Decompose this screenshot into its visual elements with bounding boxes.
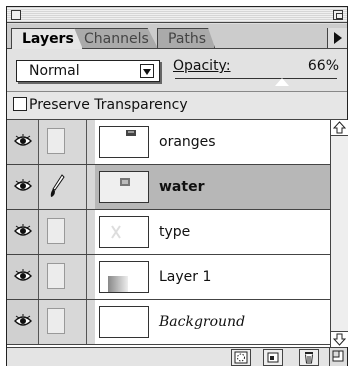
blend-mode-select[interactable]: Normal (16, 60, 160, 82)
preserve-transparency-label: Preserve Transparency (29, 97, 188, 113)
layer-thumbnail[interactable] (99, 171, 149, 203)
brush-well (47, 263, 65, 289)
trash-icon[interactable] (299, 349, 319, 366)
visibility-toggle[interactable] (7, 165, 39, 209)
palette-title-bar[interactable] (7, 7, 347, 23)
palette-tabs: Paths Channels Layers (7, 24, 347, 49)
visibility-toggle[interactable] (7, 255, 39, 299)
brush-well (47, 218, 65, 244)
layer-list: oranges water type Layer 1 Background (7, 120, 330, 347)
layer-name[interactable]: type (159, 210, 190, 254)
layers-palette: Paths Channels Layers Normal Opacity: 66… (6, 6, 348, 366)
resize-icon[interactable] (329, 348, 347, 366)
layer-row[interactable]: Layer 1 (7, 255, 330, 300)
preserve-transparency[interactable]: Preserve Transparency (7, 92, 347, 120)
edit-lock-cell[interactable] (39, 300, 87, 344)
layer-thumbnail[interactable] (99, 216, 149, 248)
brush-well (47, 128, 65, 154)
tab-channels[interactable]: Channels (73, 28, 158, 48)
thumb-gutter (87, 210, 95, 254)
thumb-gutter (87, 300, 95, 344)
layer-row[interactable]: type (7, 210, 330, 255)
layer-controls: Normal Opacity: 66% (7, 48, 347, 92)
mask-icon[interactable] (231, 349, 251, 366)
layer-row[interactable]: water (7, 165, 330, 210)
layer-thumbnail[interactable] (99, 306, 149, 338)
layer-row[interactable]: Background (7, 300, 330, 345)
opacity-slider-thumb[interactable] (273, 77, 290, 87)
layer-list-scrollbar[interactable] (330, 120, 348, 347)
layer-name[interactable]: oranges (159, 120, 216, 164)
visibility-toggle[interactable] (7, 120, 39, 164)
scroll-down-icon[interactable] (331, 331, 348, 347)
thumb-gutter (87, 165, 95, 209)
palette-menu-icon[interactable] (327, 28, 347, 48)
visibility-toggle[interactable] (7, 300, 39, 344)
tab-paths[interactable]: Paths (157, 28, 216, 48)
scroll-up-icon[interactable] (331, 120, 348, 136)
opacity-slider-track[interactable] (175, 78, 337, 79)
edit-lock-cell[interactable] (39, 165, 87, 209)
palette-bottom-bar (7, 347, 347, 366)
visibility-toggle[interactable] (7, 210, 39, 254)
edit-lock-cell[interactable] (39, 120, 87, 164)
layer-thumbnail[interactable] (99, 126, 149, 158)
opacity-value: 66% (307, 58, 339, 74)
layer-row[interactable]: oranges (7, 120, 330, 165)
zoom-box-icon[interactable] (333, 10, 343, 20)
blend-mode-value: Normal (29, 63, 80, 79)
brush-well (47, 308, 65, 334)
layer-name[interactable]: Layer 1 (159, 255, 211, 299)
thumb-gutter (87, 255, 95, 299)
layer-name[interactable]: water (159, 165, 204, 209)
chevron-down-icon[interactable] (140, 64, 154, 78)
edit-lock-cell[interactable] (39, 210, 87, 254)
layer-name[interactable]: Background (159, 300, 245, 344)
opacity-label: Opacity: (173, 58, 231, 74)
close-box-icon[interactable] (11, 10, 21, 20)
tab-layers[interactable]: Layers (11, 28, 83, 49)
preserve-transparency-checkbox[interactable] (13, 96, 27, 111)
new-layer-icon[interactable] (263, 349, 283, 366)
edit-lock-cell[interactable] (39, 255, 87, 299)
thumb-gutter (87, 120, 95, 164)
layer-thumbnail[interactable] (99, 261, 149, 293)
